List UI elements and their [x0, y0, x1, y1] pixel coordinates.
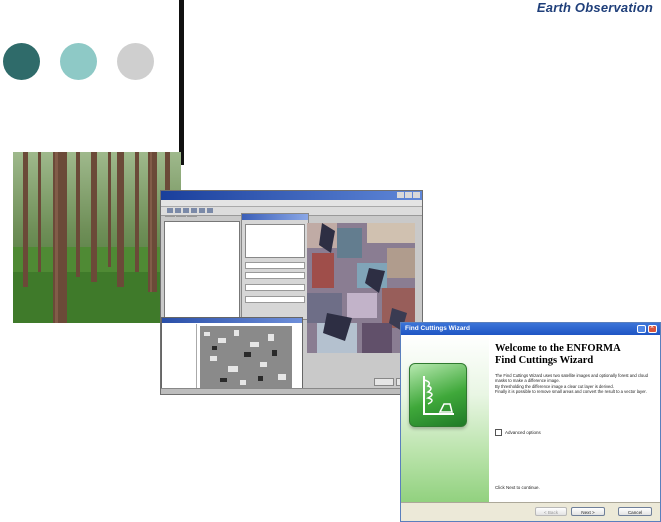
gis-layer-tree: [164, 221, 240, 319]
back-button[interactable]: < Back: [535, 507, 567, 516]
cancel-button[interactable]: Cancel: [618, 507, 652, 516]
wizard-heading: Welcome to the ENFORMA Find Cuttings Wiz…: [495, 343, 655, 367]
wizard-heading-line2: Find Cuttings Wizard: [495, 355, 594, 366]
vertical-divider: [179, 0, 184, 165]
decor-dot-dark: [3, 43, 40, 80]
advanced-options-label: Advanced options: [505, 430, 541, 435]
gis-secondary-window: [161, 317, 303, 394]
minimize-icon[interactable]: [637, 325, 646, 333]
slide-title: Earth Observation: [536, 0, 653, 15]
wizard-description-3: Finally it is possible to remove small a…: [495, 388, 647, 394]
decor-dot-teal: [60, 43, 97, 80]
wizard-content: Welcome to the ENFORMA Find Cuttings Wiz…: [495, 339, 655, 394]
decor-dot-grey: [117, 43, 154, 80]
wizard-footer: < Back Next > Cancel: [401, 502, 660, 521]
next-button[interactable]: Next >: [571, 507, 605, 516]
wizard-description-1: The Find Cuttings Wizard uses two satell…: [495, 373, 648, 384]
gis-satellite-map: [307, 223, 415, 353]
find-cuttings-wizard: Find Cuttings Wizard Welcome to the ENFO…: [400, 322, 661, 522]
close-icon[interactable]: [648, 324, 657, 333]
wizard-titlebar: Find Cuttings Wizard: [401, 323, 660, 335]
checkbox-box[interactable]: [495, 429, 502, 436]
gis-application-window: [160, 190, 423, 395]
wizard-hint: Click Next to continue.: [495, 485, 540, 490]
wizard-window-title: Find Cuttings Wizard: [405, 325, 470, 332]
gis-menubar: [161, 200, 422, 207]
gis-titlebar: [161, 191, 422, 200]
wizard-logo-icon: [409, 363, 467, 427]
advanced-options-checkbox[interactable]: Advanced options: [495, 429, 541, 436]
gis-tabs: [165, 215, 197, 217]
forest-photo: [13, 152, 181, 323]
wizard-sidebar: [401, 335, 489, 505]
gis-difference-image: [200, 326, 292, 392]
wizard-heading-line1: Welcome to the ENFORMA: [495, 343, 621, 354]
gis-properties-panel: [241, 213, 309, 320]
gis-statusbar: [161, 388, 422, 394]
